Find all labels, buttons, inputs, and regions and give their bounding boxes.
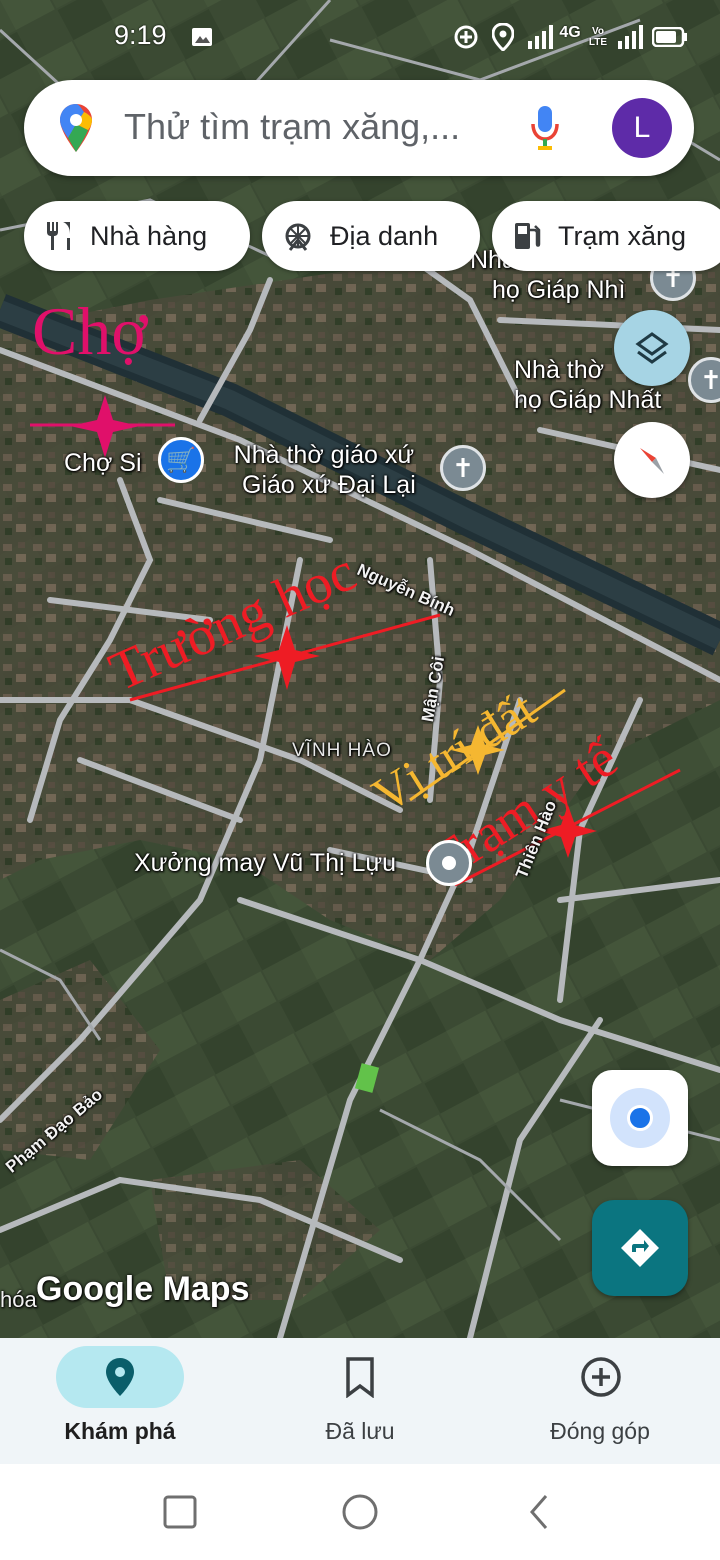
bottom-navigation: Khám phá Đã lưu Đóng góp <box>0 1338 720 1464</box>
tab-label: Đã lưu <box>325 1418 395 1444</box>
compass-icon <box>640 448 664 474</box>
annotation-cho: Chợ <box>32 293 148 369</box>
poi-label-nha-tho-giao-xu[interactable]: Nhà thờ giáo xứ Giáo xứ Đại Lại <box>232 440 416 500</box>
location-dot-icon[interactable] <box>426 840 472 886</box>
shopping-cart-icon[interactable]: 🛒 <box>158 437 204 483</box>
network-volte-label: Vo LTE <box>588 26 608 48</box>
tab-label: Đóng góp <box>550 1418 650 1444</box>
my-location-icon <box>610 1088 670 1148</box>
network-4g-label: 4G <box>559 24 581 41</box>
layers-icon <box>635 332 669 364</box>
poi-label-cho-si[interactable]: Chợ Si <box>64 448 142 478</box>
poi-label-xuong-may[interactable]: Xưởng may Vũ Thị Lựu <box>134 848 396 878</box>
landmark-icon <box>285 223 311 251</box>
status-time: 9:19 <box>114 20 167 50</box>
gas-station-icon <box>515 223 541 249</box>
battery-icon <box>652 22 688 52</box>
google-maps-logo: Google Maps <box>36 1270 250 1308</box>
fork-knife-icon <box>47 222 70 250</box>
chip-landmarks[interactable]: Địa danh <box>262 201 480 271</box>
compass-button[interactable] <box>614 422 690 498</box>
signal-icon <box>616 22 644 52</box>
google-maps-pin-icon <box>58 102 94 159</box>
status-bar: 9:19 4G Vo LTE <box>0 0 720 76</box>
church-cross-icon[interactable]: ✝ <box>440 445 486 491</box>
chip-label: Trạm xăng <box>558 220 687 251</box>
avatar[interactable]: L <box>612 98 672 158</box>
sync-icon <box>452 22 480 52</box>
directions-icon <box>621 1229 659 1267</box>
add-circle-icon <box>581 1357 621 1397</box>
bookmark-icon <box>346 1357 374 1398</box>
chip-label: Địa danh <box>330 220 439 251</box>
signal-icon <box>526 22 554 52</box>
tab-contribute[interactable]: Đóng góp <box>480 1338 720 1464</box>
recent-apps-icon[interactable] <box>162 1494 198 1530</box>
location-icon <box>490 22 516 52</box>
layers-button[interactable] <box>614 310 690 386</box>
tab-saved[interactable]: Đã lưu <box>240 1338 480 1464</box>
search-bar[interactable]: Thử tìm trạm xăng,... L <box>24 80 694 176</box>
my-location-button[interactable] <box>592 1070 688 1166</box>
explore-pin-icon <box>106 1358 134 1396</box>
chip-gas-stations[interactable]: Trạm xăng <box>492 201 720 271</box>
gallery-icon <box>190 22 214 52</box>
road-label-hoa: hóa <box>0 1287 37 1312</box>
system-navigation-bar <box>0 1464 720 1560</box>
microphone-icon[interactable] <box>529 104 561 157</box>
search-input[interactable]: Thử tìm trạm xăng,... <box>124 106 460 148</box>
directions-button[interactable] <box>592 1200 688 1296</box>
home-icon[interactable] <box>340 1492 380 1532</box>
tab-label: Khám phá <box>64 1418 176 1444</box>
tab-explore[interactable]: Khám phá <box>0 1338 240 1464</box>
village-label: VĨNH HÀO <box>292 740 392 761</box>
back-icon[interactable] <box>524 1492 554 1532</box>
chip-label: Nhà hàng <box>90 220 208 251</box>
chip-restaurants[interactable]: Nhà hàng <box>24 201 250 271</box>
